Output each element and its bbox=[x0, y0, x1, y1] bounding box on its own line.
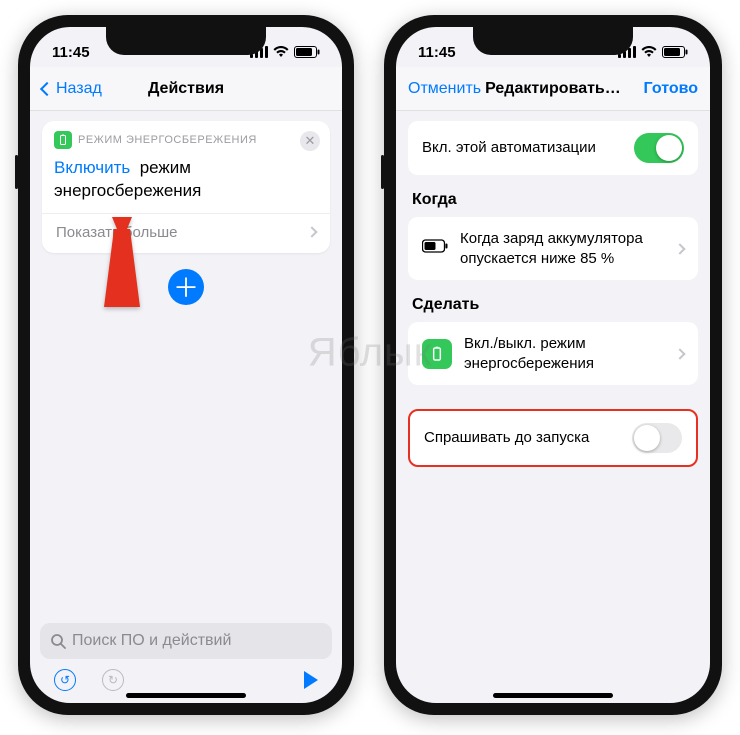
annotation-arrow bbox=[92, 217, 152, 312]
remove-action-button[interactable]: ✕ bbox=[300, 131, 320, 151]
enable-automation-row: Вкл. этой автоматизации bbox=[408, 121, 698, 175]
add-action-button[interactable]: ＋ bbox=[168, 269, 204, 305]
show-more-row[interactable]: Показать больше bbox=[42, 213, 330, 243]
chevron-left-icon bbox=[40, 81, 54, 95]
phone-right: 11:45 Отменить Редактировать автомати… Г… bbox=[384, 15, 722, 715]
section-do: Сделать bbox=[412, 296, 694, 314]
toggle-word[interactable]: Включить bbox=[54, 158, 130, 177]
back-label: Назад bbox=[56, 80, 102, 98]
home-indicator[interactable] bbox=[493, 693, 613, 698]
done-label: Готово bbox=[644, 80, 698, 98]
nav-title: Действия bbox=[112, 80, 260, 98]
search-input[interactable]: Поиск ПО и действий bbox=[40, 623, 332, 659]
battery-icon bbox=[662, 46, 688, 58]
watermark: Яблык bbox=[308, 330, 433, 375]
search-icon bbox=[50, 633, 66, 649]
notch bbox=[106, 27, 266, 55]
status-time: 11:45 bbox=[52, 44, 90, 61]
enable-toggle[interactable] bbox=[634, 133, 684, 163]
action-text: Включить режим энергосбережения bbox=[54, 157, 318, 203]
phone-left: 11:45 Назад Действия bbox=[18, 15, 354, 715]
battery-icon bbox=[294, 46, 320, 58]
undo-button[interactable]: ↺ bbox=[54, 669, 76, 691]
enable-label: Вкл. этой автоматизации bbox=[422, 138, 596, 158]
status-time: 11:45 bbox=[418, 44, 456, 61]
notch bbox=[473, 27, 633, 55]
card-header-label: РЕЖИМ ЭНЕРГОСБЕРЕЖЕНИЯ bbox=[78, 134, 257, 146]
chevron-right-icon bbox=[674, 348, 685, 359]
chevron-right-icon bbox=[306, 227, 317, 238]
cancel-label: Отменить bbox=[408, 80, 481, 98]
ask-before-label: Спрашивать до запуска bbox=[424, 428, 589, 448]
ask-before-toggle[interactable] bbox=[632, 423, 682, 453]
wifi-icon bbox=[641, 46, 657, 58]
do-text: Вкл./выкл. режим энергосбережения bbox=[464, 334, 676, 373]
done-button[interactable]: Готово bbox=[628, 80, 698, 98]
run-button[interactable] bbox=[304, 671, 318, 689]
when-row[interactable]: Когда заряд аккумулятора опускается ниже… bbox=[408, 217, 698, 280]
toolbar: ↺ ↻ bbox=[40, 659, 332, 691]
back-button[interactable]: Назад bbox=[42, 80, 112, 98]
search-placeholder: Поиск ПО и действий bbox=[72, 632, 231, 650]
chevron-right-icon bbox=[674, 243, 685, 254]
low-power-icon bbox=[54, 131, 72, 149]
action-card[interactable]: РЕЖИМ ЭНЕРГОСБЕРЕЖЕНИЯ ✕ Включить режим … bbox=[42, 121, 330, 253]
cancel-button[interactable]: Отменить bbox=[408, 80, 481, 98]
nav-title: Редактировать автомати… bbox=[481, 80, 628, 98]
wifi-icon bbox=[273, 46, 289, 58]
battery-level-icon bbox=[422, 239, 448, 258]
nav-bar: Назад Действия bbox=[30, 67, 342, 111]
redo-button[interactable]: ↻ bbox=[102, 669, 124, 691]
do-row[interactable]: Вкл./выкл. режим энергосбережения bbox=[408, 322, 698, 385]
nav-bar: Отменить Редактировать автомати… Готово bbox=[396, 67, 710, 111]
section-when: Когда bbox=[412, 191, 694, 209]
ask-before-row: Спрашивать до запуска bbox=[408, 409, 698, 467]
home-indicator[interactable] bbox=[126, 693, 246, 698]
when-text: Когда заряд аккумулятора опускается ниже… bbox=[460, 229, 676, 268]
